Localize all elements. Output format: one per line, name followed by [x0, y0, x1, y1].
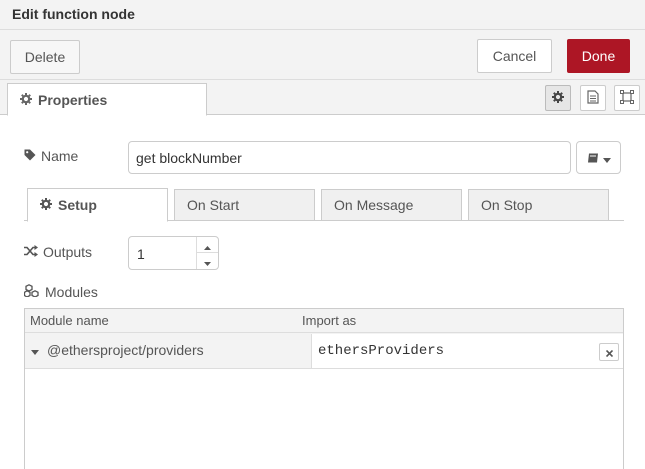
module-name: @ethersproject/providers	[47, 342, 204, 358]
book-icon	[587, 150, 599, 166]
modules-table: Module name Import as @ethersproject/pro…	[24, 308, 624, 469]
subtab-on-stop[interactable]: On Stop	[468, 189, 609, 221]
caret-down-icon	[204, 253, 211, 269]
subtab-setup-label: Setup	[58, 197, 97, 213]
outputs-spinner	[196, 237, 218, 269]
subtab-on-message-label: On Message	[334, 197, 414, 213]
modules-label: Modules	[23, 284, 98, 300]
document-icon	[587, 89, 599, 107]
subtab-on-message[interactable]: On Message	[321, 189, 462, 221]
appearance-tab-button[interactable]	[614, 85, 640, 111]
gear-icon	[552, 90, 564, 106]
tab-strip: Properties	[0, 80, 645, 116]
settings-tab-button[interactable]	[545, 85, 571, 111]
outputs-stepper[interactable]: 1	[128, 236, 219, 270]
modules-label-text: Modules	[45, 284, 98, 300]
column-header-module-name: Module name	[30, 313, 109, 328]
shuffle-icon	[24, 244, 43, 260]
gear-icon	[40, 197, 58, 213]
subtab-on-start[interactable]: On Start	[174, 189, 315, 221]
name-label-text: Name	[41, 148, 79, 164]
done-button[interactable]: Done	[567, 39, 630, 73]
tag-icon	[24, 148, 41, 164]
dialog-button-bar: Delete Cancel Done	[0, 30, 645, 80]
table-row: @ethersproject/providers ethersProviders	[25, 333, 623, 369]
outputs-value: 1	[137, 246, 145, 262]
delete-button[interactable]: Delete	[10, 40, 80, 74]
cubes-icon	[23, 284, 45, 300]
subtab-on-stop-label: On Stop	[481, 197, 533, 213]
outputs-increment-button[interactable]	[197, 237, 218, 253]
function-subtabs: Setup On Start On Message On Stop	[24, 187, 624, 222]
cancel-button[interactable]: Cancel	[477, 39, 552, 73]
close-icon	[605, 344, 613, 360]
dialog-title: Edit function node	[12, 6, 135, 22]
outputs-label: Outputs	[24, 244, 92, 260]
tab-properties[interactable]: Properties	[7, 83, 207, 116]
import-as-field[interactable]: ethersProviders	[311, 334, 623, 368]
module-name-cell[interactable]: @ethersproject/providers	[31, 342, 204, 358]
outputs-decrement-button[interactable]	[197, 253, 218, 269]
tab-properties-label: Properties	[38, 91, 108, 108]
subtab-on-start-label: On Start	[187, 197, 240, 213]
description-tab-button[interactable]	[580, 85, 606, 111]
caret-down-icon[interactable]	[31, 342, 47, 358]
library-button[interactable]	[576, 141, 621, 174]
dialog-titlebar: Edit function node	[0, 0, 645, 30]
gear-icon	[20, 92, 38, 108]
name-field[interactable]: get blockNumber	[128, 141, 571, 174]
column-header-import-as: Import as	[302, 313, 357, 328]
name-label: Name	[24, 148, 78, 164]
import-as-value: ethersProviders	[318, 343, 445, 359]
caret-up-icon	[204, 237, 211, 253]
outputs-label-text: Outputs	[43, 244, 93, 260]
frame-icon	[620, 89, 634, 107]
modules-table-header: Module name Import as	[25, 309, 623, 333]
subtab-setup[interactable]: Setup	[27, 188, 168, 222]
caret-down-icon	[602, 150, 611, 166]
remove-module-button[interactable]	[599, 343, 619, 361]
